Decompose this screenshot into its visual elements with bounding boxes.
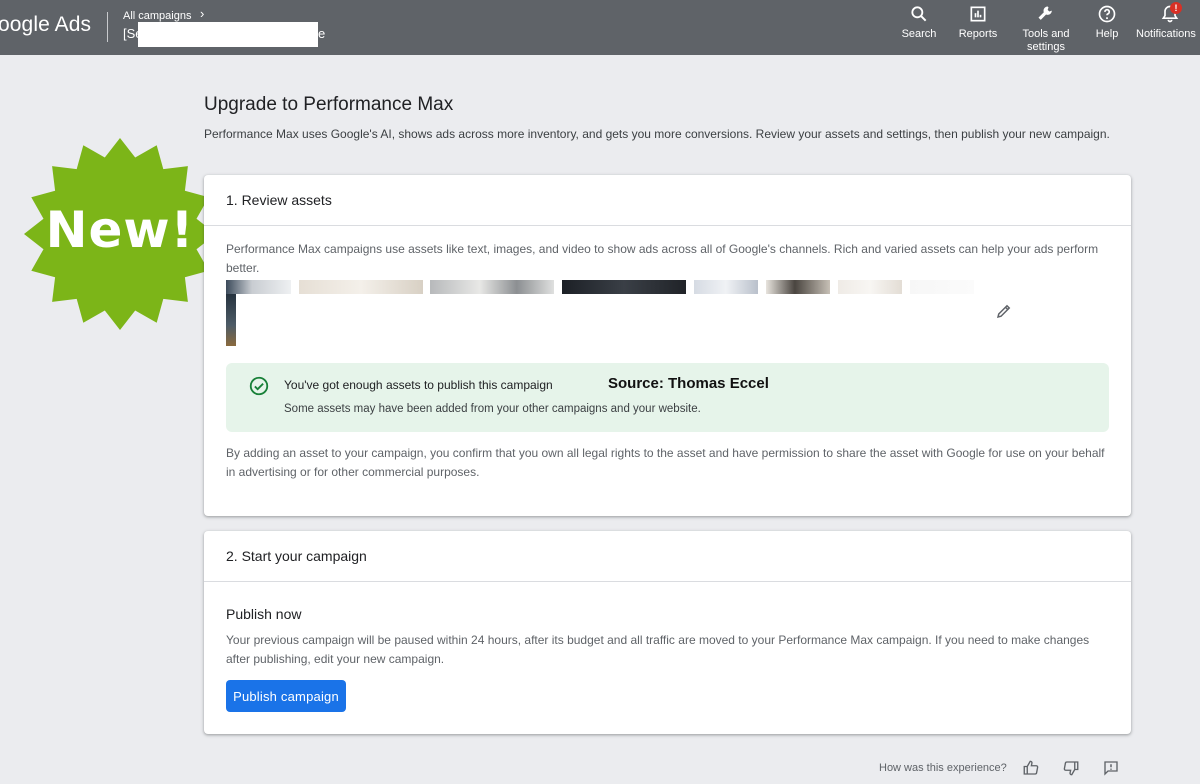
success-subtitle: Some assets may have been added from you… (284, 403, 701, 415)
nav-notifications-label: Notifications (1136, 28, 1196, 40)
nav-help[interactable]: Help (1092, 4, 1122, 41)
new-badge-text: New! (45, 201, 195, 259)
review-assets-heading: 1. Review assets (204, 175, 1131, 226)
page-title: Upgrade to Performance Max (204, 94, 454, 115)
new-badge: New! (22, 137, 218, 331)
success-title: You've got enough assets to publish this… (284, 378, 553, 392)
legal-notice: By adding an asset to your campaign, you… (226, 446, 1105, 479)
nav-reports[interactable]: Reports (956, 4, 1000, 41)
top-bar: oogle Ads All campaigns › [Se e Search R… (0, 0, 1200, 55)
asset-thumbnail[interactable] (910, 280, 974, 294)
nav-notifications[interactable]: ! Notifications (1136, 2, 1200, 41)
asset-thumbnail[interactable] (766, 280, 830, 294)
reports-icon (970, 6, 986, 22)
feedback-icon[interactable] (1102, 759, 1120, 777)
wrench-icon (1038, 6, 1052, 20)
start-campaign-heading: 2. Start your campaign (204, 531, 1131, 582)
thumbs-up-icon[interactable] (1022, 759, 1040, 777)
publish-now-heading: Publish now (226, 606, 302, 622)
asset-thumbnails[interactable] (226, 280, 991, 350)
asset-thumbnail[interactable] (299, 280, 423, 294)
nav-help-label: Help (1095, 28, 1119, 40)
start-campaign-card: 2. Start your campaign Publish now Your … (204, 531, 1131, 734)
asset-thumbnail-edge (226, 294, 236, 346)
notification-badge: ! (1170, 2, 1182, 14)
success-message: You've got enough assets to publish this… (226, 363, 1109, 432)
asset-thumbnail[interactable] (838, 280, 902, 294)
asset-thumbnail[interactable] (562, 280, 686, 294)
nav-reports-label: Reports (958, 28, 998, 40)
nav-search-label: Search (901, 28, 937, 40)
publish-campaign-button[interactable]: Publish campaign (226, 680, 346, 712)
campaign-name-end: e (318, 26, 326, 41)
source-credit: Source: Thomas Eccel (608, 375, 769, 392)
asset-thumbnail[interactable] (430, 280, 554, 294)
page-description: Performance Max uses Google's AI, shows … (204, 127, 1110, 141)
asset-thumbnail[interactable] (226, 280, 291, 294)
publish-description: Your previous campaign will be paused wi… (226, 633, 1090, 666)
thumbs-down-icon[interactable] (1062, 759, 1080, 777)
feedback-question: How was this experience? (879, 762, 1007, 774)
check-circle-icon (249, 376, 269, 396)
breadcrumb-all-campaigns[interactable]: All campaigns (123, 10, 191, 22)
redaction-box (138, 22, 318, 47)
nav-tools-label-1: Tools and (1022, 28, 1070, 40)
nav-tools-settings[interactable]: Tools and settings (1018, 4, 1074, 54)
review-assets-card: 1. Review assets Performance Max campaig… (204, 175, 1131, 516)
nav-search[interactable]: Search (900, 4, 938, 41)
help-icon (1098, 5, 1116, 23)
nav-tools-label-2: settings (1027, 41, 1065, 53)
edit-pencil-icon[interactable] (995, 302, 1013, 320)
review-assets-description: Performance Max campaigns use assets lik… (226, 242, 1099, 275)
search-icon (911, 6, 927, 22)
chevron-right-icon: › (200, 6, 205, 21)
asset-thumbnail[interactable] (694, 280, 758, 294)
google-ads-logo[interactable]: oogle Ads (0, 13, 91, 37)
header-divider (107, 12, 108, 42)
redaction-box (236, 294, 991, 350)
